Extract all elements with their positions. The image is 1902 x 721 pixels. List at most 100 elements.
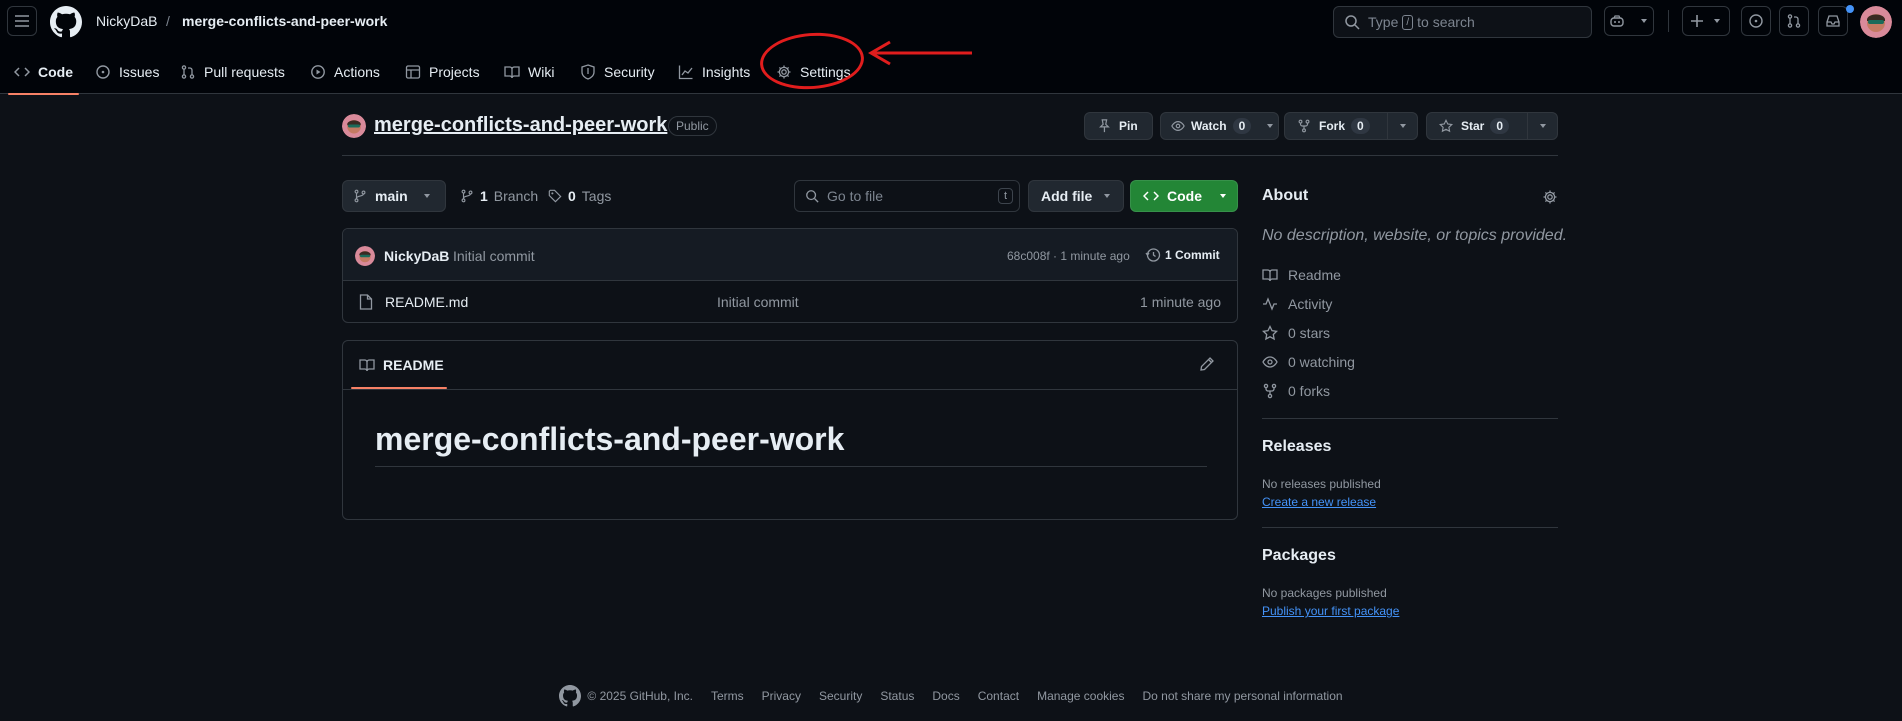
tab-projects[interactable]: Projects	[405, 50, 480, 94]
branches-link[interactable]: 1 Branch	[460, 188, 538, 204]
fork-button[interactable]: Fork 0	[1284, 112, 1418, 140]
breadcrumb-repo[interactable]: merge-conflicts-and-peer-work	[182, 13, 387, 29]
inbox-icon	[1826, 15, 1840, 27]
footer-copyright: © 2025 GitHub, Inc.	[587, 689, 693, 703]
commit-author[interactable]: NickyDaB	[384, 248, 449, 264]
about-item-label: 0 stars	[1288, 325, 1331, 341]
graph-icon	[678, 65, 693, 80]
commit-hash-time[interactable]: 68c008f · 1 minute ago	[1007, 249, 1130, 263]
readme-panel: README merge-conflicts-and-peer-work	[342, 340, 1238, 520]
readme-tab[interactable]: README	[351, 341, 447, 389]
tab-issues[interactable]: Issues	[95, 50, 159, 94]
footer-link-privacy[interactable]: Privacy	[762, 689, 801, 703]
pin-button[interactable]: Pin	[1084, 112, 1153, 140]
about-item-label: 0 forks	[1288, 383, 1331, 399]
fork-dropdown[interactable]	[1387, 113, 1417, 139]
tags-link[interactable]: 0 Tags	[548, 188, 611, 204]
footer-link-docs[interactable]: Docs	[932, 689, 959, 703]
branches-count: 1	[480, 188, 488, 204]
file-commit-message[interactable]: Initial commit	[717, 294, 799, 310]
commit-message[interactable]: Initial commit	[453, 248, 535, 264]
footer-link-manage-cookies[interactable]: Manage cookies	[1037, 689, 1124, 703]
tags-count: 0	[568, 188, 576, 204]
search-input[interactable]: Type / to search	[1333, 6, 1592, 38]
about-item-label: Activity	[1288, 296, 1333, 312]
search-icon	[806, 190, 819, 203]
file-name[interactable]: README.md	[385, 294, 468, 310]
about-stars-link[interactable]: 0 stars	[1262, 325, 1330, 341]
star-button[interactable]: Star 0	[1426, 112, 1558, 140]
releases-title[interactable]: Releases	[1262, 438, 1331, 456]
issues-button[interactable]	[1741, 6, 1771, 36]
publish-package-link[interactable]: Publish your first package	[1262, 604, 1399, 618]
notification-dot	[1846, 5, 1854, 13]
issue-opened-icon	[96, 65, 110, 79]
tab-label: Issues	[119, 64, 160, 80]
book-icon	[1262, 269, 1278, 282]
footer-link-security[interactable]: Security	[819, 689, 862, 703]
readme-divider	[343, 389, 1237, 390]
breadcrumb-owner[interactable]: NickyDaB	[96, 13, 157, 29]
tag-icon	[548, 189, 562, 203]
tab-pull-requests[interactable]: Pull requests	[180, 50, 285, 94]
copilot-button[interactable]	[1604, 6, 1654, 36]
tab-label: Pull requests	[204, 64, 285, 80]
chevron-down-icon	[1267, 124, 1274, 128]
github-logo-icon[interactable]	[50, 6, 82, 38]
user-avatar[interactable]	[1860, 6, 1892, 38]
top-bar: NickyDaB / merge-conflicts-and-peer-work…	[0, 0, 1902, 44]
tab-actions[interactable]: Actions	[310, 50, 380, 94]
commits-history-link[interactable]: 1 Commit	[1145, 247, 1220, 263]
fork-label: Fork	[1319, 119, 1346, 133]
tab-label: Security	[604, 64, 655, 80]
tab-wiki[interactable]: Wiki	[504, 50, 554, 94]
packages-empty: No packages published	[1262, 586, 1387, 600]
pencil-icon	[1200, 357, 1214, 371]
tab-label: Projects	[429, 64, 480, 80]
footer-link-do-not-share[interactable]: Do not share my personal information	[1142, 689, 1342, 703]
packages-title[interactable]: Packages	[1262, 547, 1336, 565]
pin-label: Pin	[1119, 119, 1138, 133]
go-to-file-input[interactable]: Go to file t	[794, 180, 1020, 212]
github-logo-icon[interactable]	[559, 685, 582, 707]
visibility-badge: Public	[668, 116, 717, 136]
about-activity-link[interactable]: Activity	[1262, 296, 1332, 312]
watch-button[interactable]: Watch 0	[1160, 112, 1279, 140]
commit-author-avatar	[355, 246, 375, 266]
about-watching-link[interactable]: 0 watching	[1262, 354, 1355, 370]
footer-link-terms[interactable]: Terms	[711, 689, 744, 703]
repo-title[interactable]: merge-conflicts-and-peer-work	[374, 114, 667, 137]
code-button-label: Code	[1167, 188, 1202, 204]
inbox-button[interactable]	[1818, 6, 1848, 36]
branch-selector[interactable]: main	[342, 180, 446, 212]
footer-link-status[interactable]: Status	[880, 689, 914, 703]
create-release-link[interactable]: Create a new release	[1262, 495, 1376, 509]
tab-label: Wiki	[528, 64, 555, 80]
code-button[interactable]: Code	[1130, 180, 1238, 212]
tab-insights[interactable]: Insights	[678, 50, 750, 94]
menu-button[interactable]	[7, 6, 37, 36]
watch-count: 0	[1232, 118, 1252, 134]
create-new-button[interactable]	[1682, 6, 1730, 36]
git-branch-icon	[354, 189, 366, 203]
star-dropdown[interactable]	[1527, 113, 1557, 139]
sidebar-divider	[1262, 418, 1558, 419]
about-forks-link[interactable]: 0 forks	[1262, 383, 1330, 399]
tab-security[interactable]: Security	[580, 50, 655, 94]
edit-readme-button[interactable]	[1199, 356, 1215, 372]
about-settings-button[interactable]	[1542, 189, 1558, 205]
add-file-button[interactable]: Add file	[1028, 180, 1124, 212]
eye-icon	[1171, 121, 1185, 131]
add-file-label: Add file	[1041, 188, 1093, 204]
chevron-down-icon	[1641, 19, 1647, 23]
owner-avatar	[342, 114, 366, 138]
repository-header: merge-conflicts-and-peer-work Public Pin…	[342, 112, 1558, 156]
chevron-down-icon	[1220, 194, 1226, 198]
about-readme-link[interactable]: Readme	[1262, 267, 1341, 283]
footer-link-contact[interactable]: Contact	[978, 689, 1019, 703]
chevron-down-icon	[1399, 124, 1406, 128]
chevron-down-icon	[423, 194, 430, 198]
tab-code[interactable]: Code	[8, 50, 79, 95]
pull-requests-button[interactable]	[1779, 6, 1809, 36]
file-row[interactable]: README.md Initial commit 1 minute ago	[343, 281, 1237, 322]
